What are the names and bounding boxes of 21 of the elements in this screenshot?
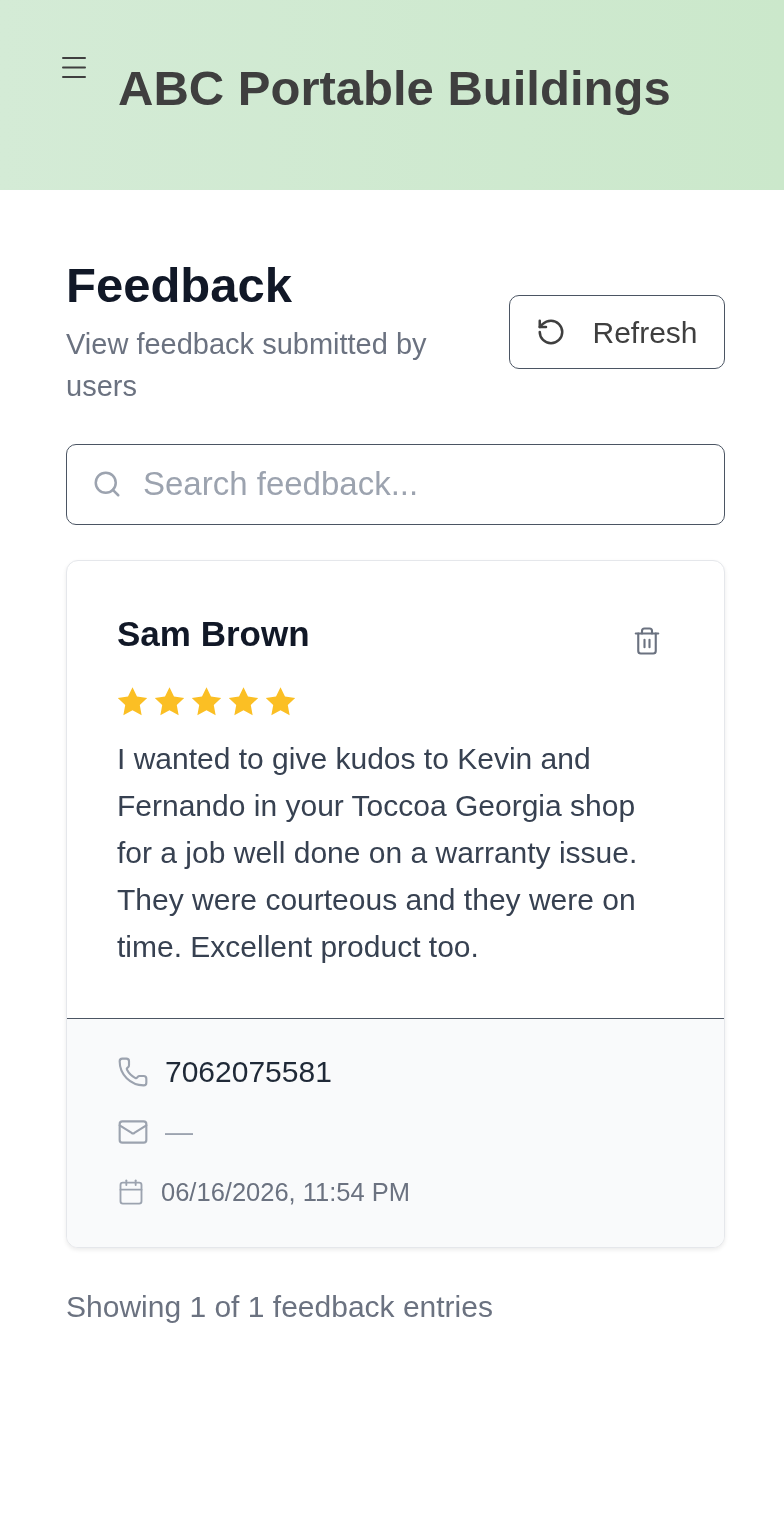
app-title: ABC Portable Buildings <box>118 60 671 117</box>
phone-icon <box>117 1055 149 1088</box>
star-icon <box>228 686 259 717</box>
refresh-button[interactable]: Refresh <box>509 295 725 370</box>
entries-summary: Showing 1 of 1 feedback entries <box>66 1288 494 1325</box>
page-subtitle: View feedback submitted by users <box>66 326 428 404</box>
submitted-date: 06/16/2026, 11:54 PM <box>161 1176 411 1208</box>
star-icon <box>191 686 222 717</box>
page-title: Feedback <box>66 257 294 314</box>
star-icon <box>265 686 296 717</box>
trash-icon <box>632 624 662 657</box>
feedback-message: I wanted to give kudos to Kevin and Fernando in your Toccoa Georgia shop for a job well done on a warranty issue. They were courteous and they were on time. Excellent product too. <box>117 740 639 965</box>
calendar-icon <box>117 1177 145 1206</box>
reviewer-name: Sam Brown <box>117 614 310 654</box>
phone-number: 7062075581 <box>165 1054 332 1091</box>
delete-button[interactable] <box>632 624 662 657</box>
search-field[interactable]: Search feedback... <box>66 443 725 525</box>
star-icon <box>154 686 185 717</box>
star-icon <box>117 686 148 717</box>
menu-icon[interactable] <box>62 57 86 78</box>
email-value: — <box>165 1114 193 1149</box>
